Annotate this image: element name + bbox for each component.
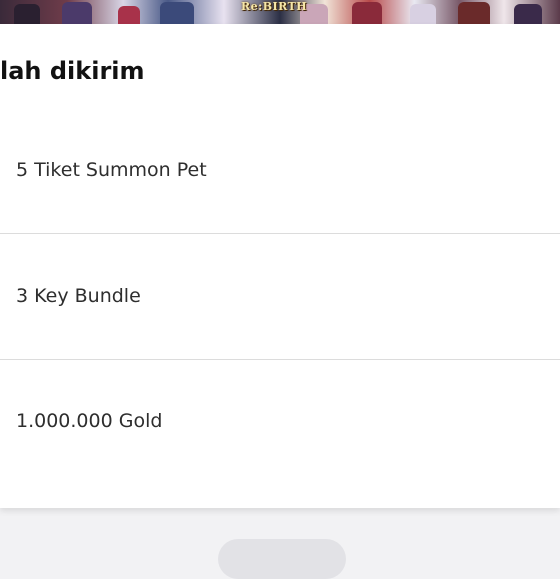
list-item: 5 Tiket Summon Pet: [0, 108, 560, 234]
banner-character-shape: [160, 2, 194, 24]
banner-character-shape: [118, 6, 140, 24]
list-item: 1.000.000 Gold: [0, 360, 560, 486]
banner-character-shape: [14, 4, 40, 24]
banner-character-shape: [62, 2, 92, 24]
card-title: lah dikirim: [0, 57, 145, 85]
item-label: 5 Tiket Summon Pet: [16, 159, 207, 181]
banner-character-shape: [352, 2, 382, 24]
game-logo: Re:BIRTH: [241, 0, 308, 13]
banner-character-shape: [514, 4, 542, 24]
game-banner-image: Re:BIRTH: [0, 0, 560, 24]
item-label: 1.000.000 Gold: [16, 410, 163, 432]
bottom-button[interactable]: [218, 539, 346, 579]
list-item: 3 Key Bundle: [0, 234, 560, 360]
banner-character-shape: [410, 4, 436, 24]
banner-character-shape: [458, 2, 490, 24]
item-label: 3 Key Bundle: [16, 285, 141, 307]
reward-card: lah dikirim 5 Tiket Summon Pet 3 Key Bun…: [0, 24, 560, 508]
